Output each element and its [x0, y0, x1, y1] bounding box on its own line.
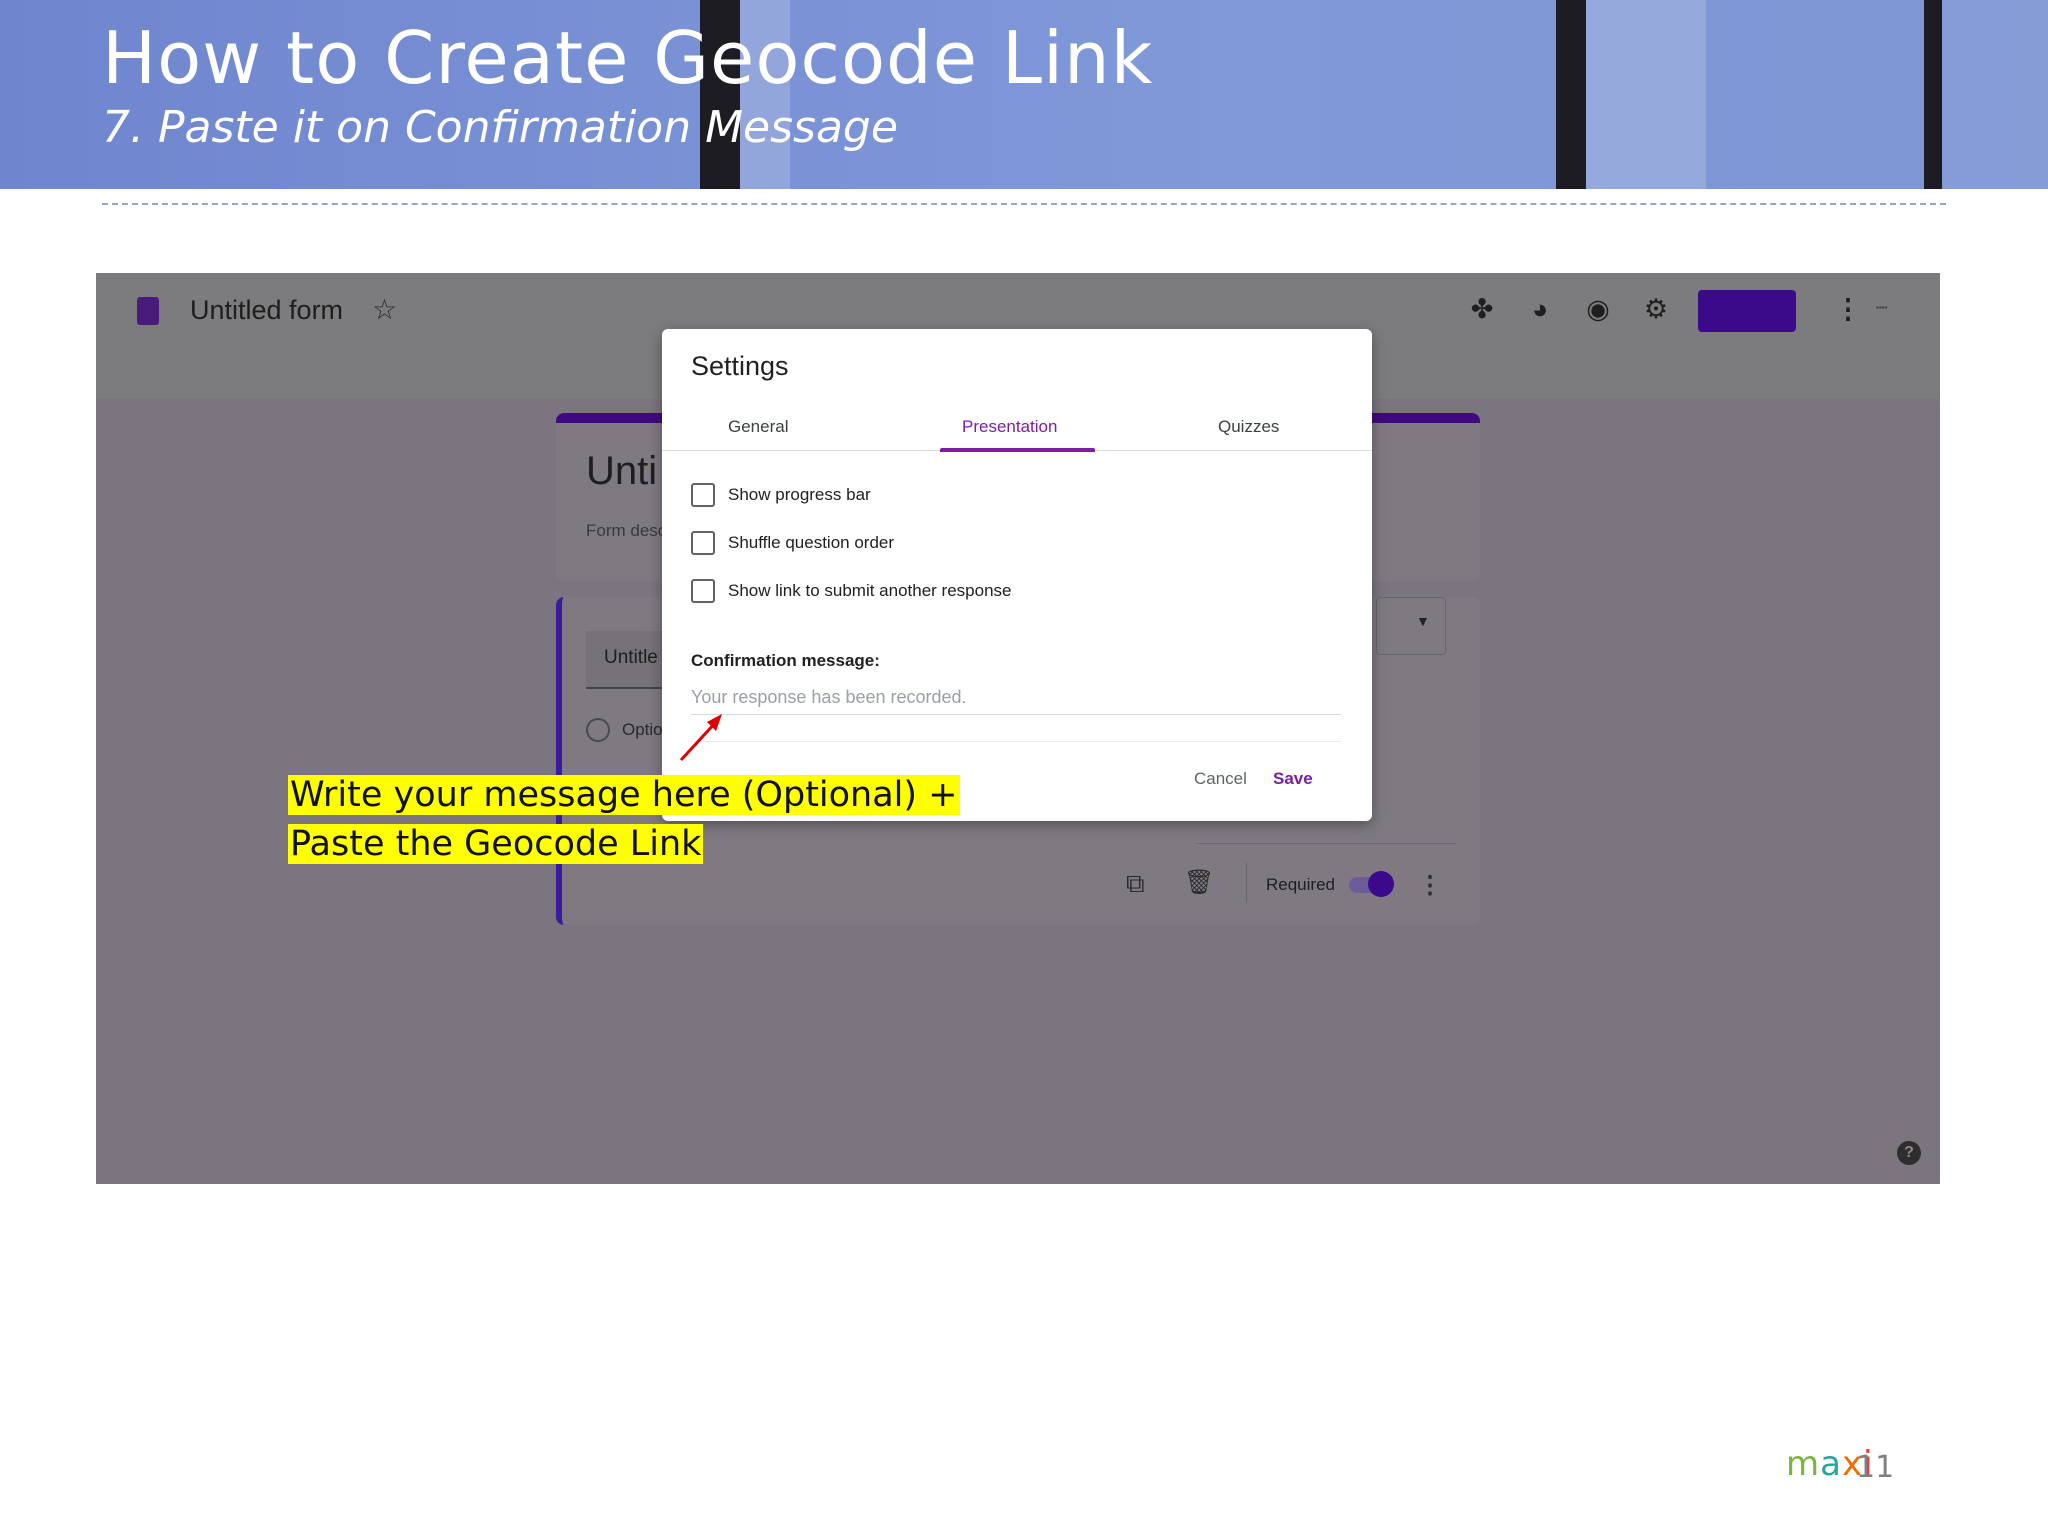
dialog-divider — [691, 741, 1341, 742]
palette-icon[interactable]: ◕ — [1524, 293, 1556, 325]
chevron-down-icon: ▼ — [1416, 613, 1430, 629]
option-label: Show progress bar — [728, 485, 871, 504]
form-description: Form desc — [586, 521, 666, 540]
cancel-button[interactable]: Cancel — [1194, 769, 1247, 789]
copy-icon: ⧉ — [1126, 868, 1145, 898]
submit-another-checkbox[interactable] — [691, 579, 715, 603]
header-banner: How to Create Geocode Link 7. Paste it o… — [0, 0, 2048, 189]
send-button[interactable] — [1698, 290, 1796, 332]
help-icon[interactable]: ? — [1897, 1141, 1921, 1165]
banner-photo-glow — [1942, 0, 2048, 189]
active-tab-indicator — [940, 448, 1095, 452]
star-icon[interactable]: ☆ — [372, 293, 397, 326]
question-footer-divider — [1196, 843, 1456, 844]
form-title: Unti — [586, 449, 658, 493]
annotation-line-1: Write your message here (Optional) + — [288, 775, 960, 815]
dialog-title: Settings — [691, 351, 789, 381]
required-toggle-knob — [1368, 871, 1394, 897]
shuffle-checkbox[interactable] — [691, 531, 715, 555]
trash-icon: 🗑 — [1184, 869, 1215, 896]
banner-photo-post — [1924, 0, 1942, 189]
option-radio — [586, 718, 610, 742]
confirmation-message-input[interactable] — [691, 681, 1341, 715]
confirmation-message-label: Confirmation message: — [691, 651, 880, 670]
question-title: Untitle — [604, 647, 658, 668]
tab-quizzes[interactable]: Quizzes — [1218, 417, 1279, 437]
progress-bar-checkbox[interactable] — [691, 483, 715, 507]
addon-icon[interactable]: ✤ — [1466, 293, 1498, 325]
eye-icon[interactable]: ◉ — [1582, 293, 1614, 325]
footer-vertical-divider — [1246, 863, 1247, 903]
forms-screenshot: Untitled form ☆ ✤ ◕ ◉ ⚙ ⋮ ▪▪▪▪ Unti Form… — [96, 273, 1940, 1184]
annotation-line-2: Paste the Geocode Link — [288, 824, 704, 864]
banner-photo-post — [1556, 0, 1586, 189]
avatar[interactable]: ▪▪▪▪ — [1876, 303, 1906, 315]
option-label: Show link to submit another response — [728, 581, 1012, 600]
form-name[interactable]: Untitled form — [190, 295, 343, 326]
red-arrow-icon — [679, 714, 722, 762]
tab-general[interactable]: General — [728, 417, 788, 437]
required-label: Required — [1266, 875, 1335, 894]
option-label: Optio — [622, 720, 663, 739]
gear-icon[interactable]: ⚙ — [1640, 293, 1672, 325]
more-icon[interactable]: ⋮ — [1832, 293, 1864, 325]
forms-doc-icon[interactable] — [137, 297, 159, 325]
question-type-dropdown — [1376, 597, 1446, 655]
settings-tabs: General Presentation Quizzes — [662, 409, 1372, 452]
settings-dialog: Settings General Presentation Quizzes Sh… — [662, 329, 1372, 821]
banner-photo-glow — [1586, 0, 1706, 189]
question-more-icon: ⋮ — [1418, 872, 1442, 899]
option-label: Shuffle question order — [728, 533, 895, 552]
slide-title: How to Create Geocode Link — [102, 16, 1154, 100]
slide-subtitle: 7. Paste it on Confirmation Message — [102, 102, 898, 153]
tab-presentation[interactable]: Presentation — [962, 417, 1057, 437]
page-number: 11 — [1856, 1450, 1895, 1485]
annotation-callout: Write your message here (Optional) + Pas… — [288, 771, 960, 869]
save-button[interactable]: Save — [1273, 769, 1313, 789]
header-divider — [102, 203, 1946, 205]
